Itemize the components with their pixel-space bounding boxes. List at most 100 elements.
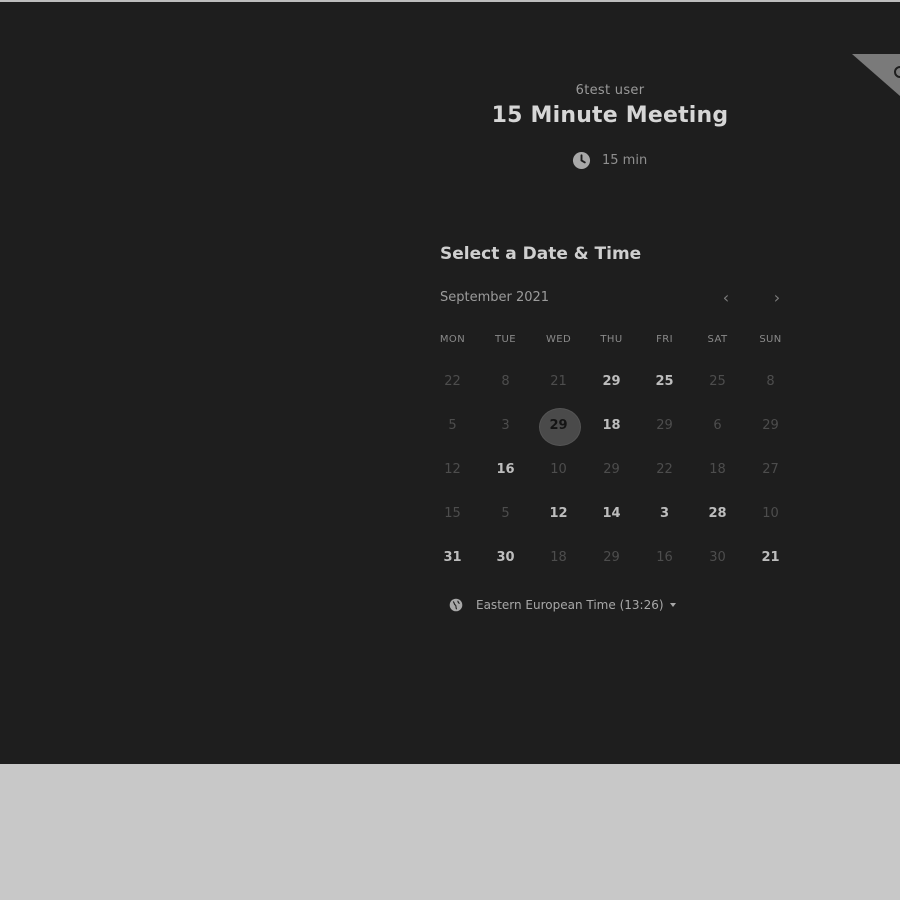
day-number: 6 <box>713 418 722 433</box>
unavailable-day: 29 <box>744 404 797 448</box>
unavailable-day: 8 <box>479 360 532 404</box>
day-number: 29 <box>603 462 620 477</box>
unavailable-day: 5 <box>426 404 479 448</box>
unavailable-day: 10 <box>744 492 797 536</box>
day-number: 21 <box>761 550 780 565</box>
timezone-selector[interactable]: Eastern European Time (13:26) <box>449 598 676 612</box>
day-number: 21 <box>550 374 567 389</box>
day-number: 18 <box>550 550 567 565</box>
unavailable-day: 6 <box>691 404 744 448</box>
available-day[interactable]: 28 <box>691 492 744 536</box>
weekday-label: MON <box>439 334 466 345</box>
available-day[interactable]: 29 <box>585 360 638 404</box>
day-number: 3 <box>659 506 670 521</box>
month-label: September 2021 <box>440 290 550 305</box>
booking-panel: 6test user 15 Minute Meeting 15 min Sele… <box>0 2 900 764</box>
day-number: 16 <box>656 550 673 565</box>
weekday-label: FRI <box>656 334 673 345</box>
calendar-week: 12 16 10 29 22 18 27 <box>426 448 797 492</box>
calendar-week: 22 8 21 29 25 25 8 <box>426 360 797 404</box>
calendar-week: 5 3 29 18 29 6 29 <box>426 404 797 448</box>
chevron-right-icon[interactable]: › <box>767 288 787 308</box>
day-number: 12 <box>549 506 568 521</box>
unavailable-day: 15 <box>426 492 479 536</box>
event-title: 15 Minute Meeting <box>491 103 729 128</box>
available-day[interactable]: 21 <box>744 536 797 580</box>
unavailable-day: 29 <box>585 536 638 580</box>
host-name: 6test user <box>575 83 645 98</box>
unavailable-day: 5 <box>479 492 532 536</box>
day-number: 3 <box>501 418 510 433</box>
weekday-label: SUN <box>759 334 782 345</box>
unavailable-day: 10 <box>532 448 585 492</box>
available-day[interactable]: 18 <box>585 404 638 448</box>
available-day[interactable]: 12 <box>532 492 585 536</box>
globe-icon <box>449 598 463 612</box>
available-day[interactable]: 30 <box>479 536 532 580</box>
unavailable-day: 3 <box>479 404 532 448</box>
day-number: 18 <box>602 418 621 433</box>
selected-day[interactable]: 29 <box>532 404 585 448</box>
unavailable-day: 18 <box>532 536 585 580</box>
day-number: 15 <box>444 506 461 521</box>
unavailable-day: 12 <box>426 448 479 492</box>
picker-heading: Select a Date & Time <box>440 244 642 264</box>
day-number: 18 <box>709 462 726 477</box>
day-number: 16 <box>496 462 515 477</box>
day-number: 10 <box>762 506 779 521</box>
weekday-label: SAT <box>707 334 728 345</box>
calendar-week: 31 30 18 29 16 30 21 <box>426 536 797 580</box>
day-number: 27 <box>762 462 779 477</box>
available-day[interactable]: 16 <box>479 448 532 492</box>
day-number: 28 <box>708 506 727 521</box>
day-number: 22 <box>656 462 673 477</box>
day-number: 31 <box>443 550 462 565</box>
clock-icon <box>572 151 591 170</box>
day-number: 25 <box>709 374 726 389</box>
chevron-left-icon[interactable]: ‹ <box>716 288 736 308</box>
day-number: 29 <box>549 418 568 433</box>
unavailable-day: 22 <box>638 448 691 492</box>
unavailable-day: 27 <box>744 448 797 492</box>
day-number: 30 <box>709 550 726 565</box>
duration-label: 15 min <box>602 153 648 168</box>
available-day[interactable]: 14 <box>585 492 638 536</box>
unavailable-day: 29 <box>585 448 638 492</box>
available-day[interactable]: 3 <box>638 492 691 536</box>
weekday-header: MON TUE WED THU FRI SAT SUN <box>426 334 797 345</box>
unavailable-day: 8 <box>744 360 797 404</box>
day-number: 29 <box>656 418 673 433</box>
unavailable-day: 21 <box>532 360 585 404</box>
weekday-label: TUE <box>495 334 516 345</box>
calendar-week: 15 5 12 14 3 28 10 <box>426 492 797 536</box>
unavailable-day: 22 <box>426 360 479 404</box>
unavailable-day: 25 <box>691 360 744 404</box>
unavailable-day: 29 <box>638 404 691 448</box>
available-day[interactable]: 31 <box>426 536 479 580</box>
day-number: 25 <box>655 374 674 389</box>
weekday-label: THU <box>600 334 623 345</box>
day-number: 5 <box>448 418 457 433</box>
day-number: 8 <box>766 374 775 389</box>
timezone-label: Eastern European Time (13:26) <box>476 598 664 612</box>
available-day[interactable]: 25 <box>638 360 691 404</box>
caret-down-icon <box>669 603 676 607</box>
day-number: 8 <box>501 374 510 389</box>
event-duration: 15 min <box>572 151 647 170</box>
day-number: 12 <box>444 462 461 477</box>
day-number: 29 <box>762 418 779 433</box>
day-number: 22 <box>444 374 461 389</box>
day-number: 14 <box>602 506 621 521</box>
weekday-label: WED <box>545 334 572 345</box>
unavailable-day: 30 <box>691 536 744 580</box>
calendar-grid: MON TUE WED THU FRI SAT SUN 22 8 21 29 25 25 8… <box>426 334 797 580</box>
calendar-weeks: 22 8 21 29 25 25 8 5 3 29 18 29 6 29 12 16 10 29 22 18 27 15 5… <box>426 360 797 580</box>
day-number: 30 <box>496 550 515 565</box>
unavailable-day: 16 <box>638 536 691 580</box>
unavailable-day: 18 <box>691 448 744 492</box>
day-number: 10 <box>550 462 567 477</box>
day-number: 29 <box>602 374 621 389</box>
day-number: 29 <box>603 550 620 565</box>
badge-icon <box>894 66 900 78</box>
day-number: 5 <box>501 506 510 521</box>
